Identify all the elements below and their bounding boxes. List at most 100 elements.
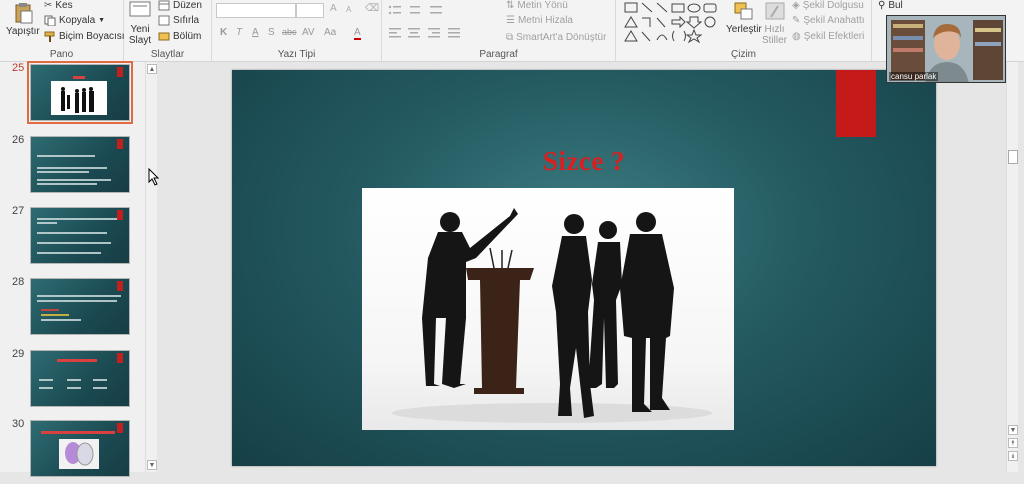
slide-thumbnail[interactable] xyxy=(30,278,130,335)
cut-button[interactable]: ✂ Kes xyxy=(44,0,73,11)
layout-button[interactable]: Düzen xyxy=(158,0,202,11)
thumbnail-row[interactable]: 28 xyxy=(10,276,135,342)
shrink-font-button[interactable]: A xyxy=(346,5,351,14)
pencil-icon: ✎ xyxy=(792,15,801,26)
shapes-gallery[interactable] xyxy=(622,1,728,43)
paint-bucket-icon: ◈ xyxy=(792,0,800,11)
slide-editing-area: Sizce ? xyxy=(157,62,1004,472)
thumb-text-line xyxy=(39,379,53,381)
thumb-text-line xyxy=(37,183,97,185)
mouse-cursor-icon xyxy=(148,168,160,186)
bold-button[interactable]: K xyxy=(220,27,227,38)
thumb-text-line xyxy=(67,387,81,389)
thumb-text-line xyxy=(41,319,81,321)
section-button[interactable]: Bölüm xyxy=(158,31,201,42)
chevron-down-icon: ▼ xyxy=(98,17,106,24)
slide-photo-speakers[interactable] xyxy=(362,188,734,430)
scissors-icon: ✂ xyxy=(44,0,53,11)
slide-number: 25 xyxy=(12,62,25,74)
slide-thumbnail[interactable] xyxy=(30,207,130,264)
slide-thumbnail[interactable] xyxy=(30,350,130,407)
webcam-name: cansu parlak xyxy=(889,72,939,81)
slide-number: 28 xyxy=(12,276,25,288)
new-slide-icon xyxy=(129,1,151,17)
drawing-group-label: Çizim xyxy=(731,49,756,60)
slide-title[interactable]: Sizce ? xyxy=(232,146,936,177)
quick-styles-button[interactable]: Hızlı Stiller xyxy=(762,0,787,46)
thumb-text-line xyxy=(37,171,89,173)
slide-red-accent-bar xyxy=(836,70,876,137)
shape-outline-button[interactable]: ✎ Şekil Anahattı xyxy=(792,15,865,26)
next-slide-icon[interactable]: ⯯ xyxy=(1008,451,1018,461)
slide-scrollbar[interactable]: ▼ ⯭ ⯯ xyxy=(1006,62,1018,472)
bullets-icon[interactable] xyxy=(388,4,446,16)
scroll-down-arrow-icon[interactable]: ▼ xyxy=(1008,425,1018,435)
thumbnail-row[interactable]: 25 xyxy=(10,61,135,128)
quick-styles-label: Hızlı xyxy=(764,24,785,35)
quick-styles-label-2: Stiller xyxy=(762,35,788,46)
slide-number: 30 xyxy=(12,418,25,430)
reset-button[interactable]: Sıfırla xyxy=(158,15,199,26)
webcam-overlay: cansu parlak xyxy=(886,15,1006,83)
thumb-red-bar xyxy=(117,423,123,433)
text-direction-label: Metin Yönü xyxy=(517,0,568,11)
thumb-red-bar xyxy=(117,353,123,363)
text-direction-button[interactable]: ⇅ Metin Yönü xyxy=(506,0,568,11)
scroll-thumb[interactable] xyxy=(1008,150,1018,164)
font-name-combo[interactable] xyxy=(216,3,296,18)
change-case-button[interactable]: Aa xyxy=(324,27,336,38)
thumbnail-row[interactable]: 27 xyxy=(10,205,135,271)
scroll-up-arrow-icon[interactable]: ▲ xyxy=(147,64,157,74)
thumb-text-line xyxy=(37,252,101,254)
align-text-icon: ☰ xyxy=(506,15,515,26)
shape-effects-button[interactable]: ◍ Şekil Efektleri xyxy=(792,31,864,42)
smartart-button[interactable]: ⧉ SmartArt'a Dönüştür xyxy=(506,32,606,43)
thumb-masks-image xyxy=(59,439,99,469)
char-spacing-button[interactable]: AV xyxy=(302,27,315,38)
smartart-icon: ⧉ xyxy=(506,32,514,43)
slide-thumbnail[interactable] xyxy=(27,61,133,124)
find-button[interactable]: ⚲ Bul xyxy=(878,0,903,11)
arrange-button[interactable]: Yerleştir xyxy=(726,0,762,35)
slides-group: Yeni Slayt Düzen Sıfırla Bölüm Slaytlar xyxy=(124,0,212,62)
slide-number: 26 xyxy=(12,134,25,146)
align-text-button[interactable]: ☰ Metni Hizala xyxy=(506,15,573,26)
slide-thumbnail[interactable] xyxy=(30,420,130,477)
thumbnail-row[interactable]: 30 xyxy=(10,418,135,484)
thumb-text-line xyxy=(67,379,81,381)
thumb-text-line xyxy=(37,242,111,244)
slides-group-label: Slaytlar xyxy=(150,49,185,60)
shape-fill-button[interactable]: ◈ Şekil Dolgusu xyxy=(792,0,864,11)
font-group-label: Yazı Tipi xyxy=(277,49,316,60)
thumb-text-line xyxy=(37,300,117,302)
paste-button[interactable]: Yapıştır xyxy=(6,2,40,37)
thumbnail-scrollbar[interactable]: ▲ ▼ xyxy=(145,62,157,472)
align-text-label: Metni Hizala xyxy=(517,15,573,26)
new-slide-button[interactable]: Yeni Slayt xyxy=(128,0,152,46)
underline-button[interactable]: A xyxy=(252,27,259,38)
binoculars-icon: ⚲ xyxy=(878,0,886,11)
paste-label: Yapıştır xyxy=(6,26,40,37)
slide-thumbnail[interactable] xyxy=(30,136,130,193)
layout-icon xyxy=(158,0,170,11)
paragraph-group: ⇅ Metin Yönü ☰ Metni Hizala ⧉ SmartArt'a… xyxy=(382,0,616,62)
thumbnail-row[interactable]: 29 xyxy=(10,348,135,414)
format-painter-button[interactable]: Biçim Boyacısı xyxy=(44,31,125,42)
copy-button[interactable]: Kopyala ▼ xyxy=(44,15,105,26)
font-color-button[interactable]: A xyxy=(354,27,361,40)
shadow-button[interactable]: S xyxy=(268,27,275,38)
italic-button[interactable]: T xyxy=(236,27,242,38)
thumb-text-line xyxy=(39,387,53,389)
font-size-combo[interactable] xyxy=(296,3,324,18)
previous-slide-icon[interactable]: ⯭ xyxy=(1008,438,1018,448)
thumbnail-row[interactable]: 26 xyxy=(10,134,135,200)
ribbon: Yapıştır ✂ Kes Kopyala ▼ Biçim Boyacısı … xyxy=(0,0,1024,62)
grow-font-button[interactable]: A xyxy=(330,3,337,14)
new-slide-label-2: Slayt xyxy=(128,35,152,46)
thumb-title-bar xyxy=(57,359,97,362)
strikethrough-button[interactable]: abc xyxy=(282,27,297,37)
scroll-down-arrow-icon[interactable]: ▼ xyxy=(147,460,157,470)
current-slide[interactable]: Sizce ? xyxy=(232,70,936,466)
clear-format-icon[interactable]: ⌫ xyxy=(365,3,379,14)
align-icons[interactable] xyxy=(388,27,478,39)
